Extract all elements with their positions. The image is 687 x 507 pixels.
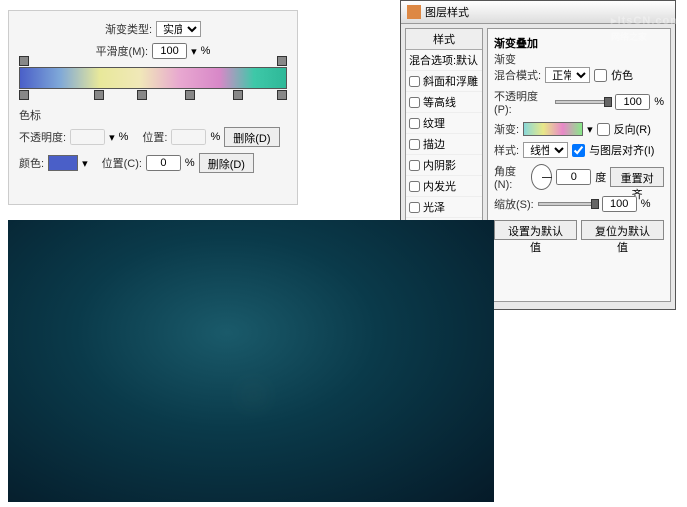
style-checkbox[interactable] [409,97,420,108]
blend-mode-select[interactable]: 正常 [545,67,590,83]
smoothness-label: 平滑度(M): [96,43,149,59]
opacity-stop[interactable] [19,56,29,66]
gradient-bar[interactable] [19,67,287,89]
opacity-label: 不透明度(P): [494,88,551,116]
gradient-picker[interactable] [523,122,583,136]
grad-type-label: 渐变类型: [105,21,152,37]
stop-pos1-input[interactable] [171,129,206,145]
style-item-1[interactable]: 等高线 [406,92,482,113]
reset-default-button[interactable]: 复位为默认值 [581,220,664,240]
align-checkbox[interactable] [572,144,585,157]
angle-dial[interactable] [531,164,553,190]
dither-checkbox[interactable] [594,69,607,82]
stop-opacity-input[interactable] [70,129,105,145]
opacity-slider[interactable] [555,100,611,104]
color-stop[interactable] [277,90,287,100]
panel-subtitle: 渐变 [494,51,664,67]
reset-align-button[interactable]: 重置对齐 [610,167,664,187]
gradient-editor-panel: 渐变类型: 实底 平滑度(M): ▾ % 色标 不透明度: ▾% 位置: % 删… [8,10,298,205]
blend-options-item[interactable]: 混合选项:默认 [406,50,482,71]
stop-pos2-label: 位置(C): [102,155,142,171]
style-item-4[interactable]: 内阴影 [406,155,482,176]
watermark: ▸ItsCN.com 网络之家 [611,4,681,43]
gradient-preview-bar[interactable] [19,67,287,89]
style-item-6[interactable]: 光泽 [406,197,482,218]
angle-input[interactable] [556,169,591,185]
stop-pos2-input[interactable] [146,155,181,171]
glow-text: ifeiwu [250,298,252,425]
style-item-2[interactable]: 纹理 [406,113,482,134]
style-select[interactable]: 线性 [523,142,568,158]
arrow-down-icon[interactable]: ▾ [82,157,88,170]
reverse-checkbox[interactable] [597,123,610,136]
make-default-button[interactable]: 设置为默认值 [494,220,577,240]
color-swatch[interactable] [48,155,78,171]
style-item-0[interactable]: 斜面和浮雕 [406,71,482,92]
styles-list-header: 样式 [406,29,482,50]
style-item-5[interactable]: 内发光 [406,176,482,197]
color-stop[interactable] [137,90,147,100]
grad-type-select[interactable]: 实底 [156,21,201,37]
dialog-title: 图层样式 [425,4,469,20]
color-stop[interactable] [19,90,29,100]
stops-section-label: 色标 [19,107,287,123]
style-checkbox[interactable] [409,160,420,171]
opacity-input[interactable] [615,94,650,110]
style-label: 样式: [494,142,519,158]
stop-pos1-label: 位置: [142,129,167,145]
gradient-label: 渐变: [494,121,519,137]
stop-color-label: 颜色: [19,155,44,171]
scale-slider[interactable] [538,202,598,206]
arrow-down-icon[interactable]: ▾ [191,45,197,58]
delete-stop-button-2[interactable]: 删除(D) [199,153,254,173]
blend-mode-label: 混合模式: [494,67,541,83]
opacity-stop[interactable] [277,56,287,66]
stop-opacity-label: 不透明度: [19,129,66,145]
percent-label: % [201,45,211,57]
gradient-overlay-panel: 渐变叠加 渐变 混合模式: 正常 仿色 不透明度(P): % 渐变: ▾ 反向(… [487,28,671,302]
smoothness-input[interactable] [152,43,187,59]
arrow-down-icon[interactable]: ▾ [587,123,593,136]
style-checkbox[interactable] [409,181,420,192]
scale-label: 缩放(S): [494,196,534,212]
style-item-3[interactable]: 描边 [406,134,482,155]
color-stop[interactable] [233,90,243,100]
style-checkbox[interactable] [409,118,420,129]
scale-input[interactable] [602,196,637,212]
color-stop[interactable] [94,90,104,100]
arrow-down-icon: ▾ [109,131,115,144]
style-checkbox[interactable] [409,202,420,213]
angle-label: 角度(N): [494,163,527,191]
style-checkbox[interactable] [409,76,420,87]
style-checkbox[interactable] [409,139,420,150]
color-stop[interactable] [185,90,195,100]
result-preview-image: ifeiwu [8,220,494,502]
app-icon [407,5,421,19]
delete-stop-button[interactable]: 删除(D) [224,127,279,147]
